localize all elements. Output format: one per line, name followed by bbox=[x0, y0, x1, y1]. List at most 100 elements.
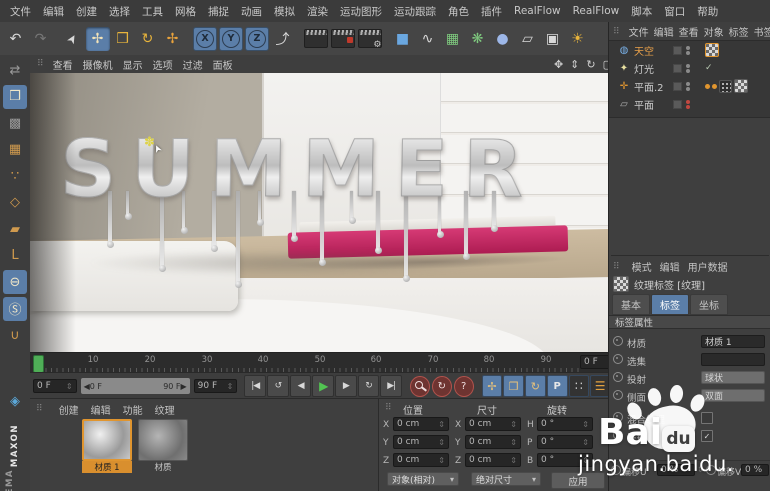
texture-mode-icon[interactable]: ▩ bbox=[3, 111, 27, 135]
rotation-b-field[interactable]: 0 ° ⇕ bbox=[537, 453, 593, 467]
visibility-dot[interactable] bbox=[686, 81, 690, 86]
attr-menu-userdata[interactable]: 用户数据 bbox=[688, 259, 728, 274]
material-link-field[interactable]: 材质 1 bbox=[701, 335, 765, 348]
menu-select[interactable]: 选择 bbox=[103, 3, 136, 20]
visibility-dot[interactable] bbox=[686, 68, 690, 73]
size-y-field[interactable]: 0 cm ⇕ bbox=[465, 435, 521, 449]
material-thumbnail[interactable] bbox=[138, 419, 188, 461]
tab-basic[interactable]: 基本 bbox=[612, 294, 650, 315]
edges-mode-icon[interactable]: ◇ bbox=[3, 191, 27, 215]
position-y-field[interactable]: 0 cm ⇕ bbox=[393, 435, 449, 449]
object-row-light[interactable]: ✦ 灯光 ▾✓ bbox=[609, 59, 770, 77]
object-row-plane[interactable]: ▱ 平面 bbox=[609, 95, 770, 113]
next-frame-button[interactable]: ▶ bbox=[335, 375, 357, 397]
subdivision-surface-icon[interactable]: ▦ bbox=[441, 27, 465, 51]
visibility-dot[interactable] bbox=[686, 63, 690, 68]
projection-dropdown[interactable]: 球状 bbox=[701, 371, 765, 384]
om-menu-view[interactable]: 查看 bbox=[679, 24, 699, 39]
viewport-zoom-icon[interactable]: ⇕ bbox=[570, 58, 579, 71]
render-view-icon[interactable] bbox=[303, 29, 328, 48]
keyframe-circle[interactable] bbox=[613, 430, 623, 440]
grip-icon[interactable]: ⠿ bbox=[613, 27, 620, 37]
prev-frame-button[interactable]: ◀ bbox=[289, 375, 312, 397]
viewport-menu-view[interactable]: 查看 bbox=[48, 57, 78, 72]
viewport-scene[interactable]: SUMMER ✽ ➤ bbox=[30, 73, 608, 352]
coordinate-mode-dropdown[interactable]: 对象(相对) ▾ bbox=[387, 472, 459, 486]
material-item-1[interactable]: 材质 1 bbox=[82, 419, 132, 473]
layer-square[interactable] bbox=[673, 81, 682, 91]
rotation-p-field[interactable]: 0 ° ⇕ bbox=[537, 435, 593, 449]
selection-field[interactable] bbox=[701, 353, 765, 366]
menu-realflow-1[interactable]: RealFlow bbox=[508, 4, 567, 18]
lock-x-axis-icon[interactable]: X bbox=[193, 26, 217, 51]
tile-checkbox[interactable]: ✓ bbox=[701, 430, 713, 442]
record-rotation-toggle[interactable]: ↻ bbox=[525, 375, 546, 397]
camera-icon[interactable]: ▣ bbox=[541, 27, 565, 51]
grip-icon[interactable]: ⠿ bbox=[385, 403, 392, 413]
size-z-field[interactable]: 0 cm ⇕ bbox=[465, 453, 521, 467]
material-menu-function[interactable]: 功能 bbox=[123, 402, 143, 417]
coordinate-system-icon[interactable]: ⤴ bbox=[271, 27, 295, 51]
goto-end-button[interactable]: ▶| bbox=[380, 375, 403, 397]
menu-snap[interactable]: 捕捉 bbox=[202, 3, 235, 20]
viewport-menu-options[interactable]: 选项 bbox=[148, 57, 178, 72]
magnet-icon[interactable]: ∪ bbox=[3, 323, 27, 347]
menu-mograph[interactable]: 运动图形 bbox=[334, 3, 388, 20]
keyframe-selection-button[interactable]: ? bbox=[453, 375, 474, 397]
phong-tag-icon[interactable] bbox=[712, 83, 717, 89]
autokey-button[interactable]: ↻ bbox=[431, 375, 452, 397]
prev-key-button[interactable]: ↺ bbox=[267, 375, 289, 397]
layer-square[interactable] bbox=[673, 45, 682, 55]
end-frame-spinner[interactable]: 90 F ⇕ bbox=[193, 379, 238, 393]
tab-coordinates[interactable]: 坐标 bbox=[690, 294, 728, 315]
timeline-playhead[interactable] bbox=[33, 355, 44, 373]
record-scale-toggle[interactable]: ❒ bbox=[503, 375, 525, 397]
attr-menu-mode[interactable]: 模式 bbox=[632, 259, 652, 274]
size-x-field[interactable]: 0 cm ⇕ bbox=[465, 417, 521, 431]
rotation-h-field[interactable]: 0 ° ⇕ bbox=[537, 417, 593, 431]
enable-axis-icon[interactable]: L bbox=[3, 244, 27, 268]
cloner-icon[interactable]: ❋ bbox=[466, 27, 490, 51]
phong-tag-icon[interactable] bbox=[705, 83, 710, 89]
om-menu-bookmarks[interactable]: 书签 bbox=[754, 24, 770, 39]
render-settings-icon[interactable] bbox=[357, 29, 382, 50]
object-row-sky[interactable]: ◍ 天空 bbox=[609, 41, 770, 59]
rotate-tool-icon[interactable]: ↻ bbox=[136, 27, 160, 51]
viewport-menu-cameras[interactable]: 摄像机 bbox=[78, 57, 118, 72]
add-spline-icon[interactable]: ∿ bbox=[416, 27, 440, 51]
grip-icon[interactable]: ⠿ bbox=[36, 404, 43, 414]
menu-simulate[interactable]: 模拟 bbox=[268, 3, 301, 20]
record-pla-toggle[interactable]: ∷ bbox=[568, 375, 590, 397]
range-right-arrow-icon[interactable]: ▶ bbox=[181, 382, 187, 391]
material-thumbnail[interactable] bbox=[82, 419, 132, 461]
deformer-icon[interactable]: ● bbox=[491, 27, 515, 51]
enable-snap-icon[interactable]: Ⓢ bbox=[3, 296, 27, 321]
environment-floor-icon[interactable]: ▱ bbox=[516, 27, 540, 51]
workplane-mode-icon[interactable]: ▦ bbox=[3, 138, 27, 162]
keyframe-circle[interactable] bbox=[613, 336, 623, 346]
menu-animate[interactable]: 动画 bbox=[235, 3, 268, 20]
timeline-ruler[interactable]: 0 10 20 30 40 50 60 70 80 90 0 F⇕ bbox=[30, 352, 632, 373]
visibility-dot[interactable] bbox=[686, 50, 690, 55]
material-item-2[interactable]: 材质 bbox=[138, 419, 188, 473]
visibility-dot-off[interactable] bbox=[686, 104, 690, 109]
make-editable-icon[interactable]: ⇄ bbox=[3, 58, 27, 82]
mix-textures-checkbox[interactable] bbox=[701, 412, 713, 424]
viewport-menu-filter[interactable]: 过滤 bbox=[178, 57, 208, 72]
menu-tools[interactable]: 工具 bbox=[136, 3, 169, 20]
om-menu-tags[interactable]: 标签 bbox=[729, 24, 749, 39]
play-button[interactable]: ▶ bbox=[312, 375, 335, 397]
apply-button[interactable]: 应用 bbox=[551, 472, 605, 489]
viewport-solo-icon[interactable]: ⊖ bbox=[3, 270, 27, 294]
record-parameter-toggle[interactable]: P bbox=[546, 375, 568, 397]
visibility-dot[interactable] bbox=[686, 86, 690, 91]
layer-square[interactable] bbox=[673, 63, 682, 73]
add-primitive-icon[interactable]: ■ bbox=[391, 27, 415, 51]
material-menu-edit[interactable]: 编辑 bbox=[91, 402, 111, 417]
offset-u-field[interactable]: 0 % bbox=[657, 464, 695, 476]
spinner-icon[interactable]: ⇕ bbox=[697, 465, 704, 474]
attr-menu-edit[interactable]: 编辑 bbox=[660, 259, 680, 274]
material-menu-create[interactable]: 创建 bbox=[59, 402, 79, 417]
content-browser-icon[interactable]: ◈ bbox=[3, 390, 27, 414]
viewport-menu-display[interactable]: 显示 bbox=[118, 57, 148, 72]
